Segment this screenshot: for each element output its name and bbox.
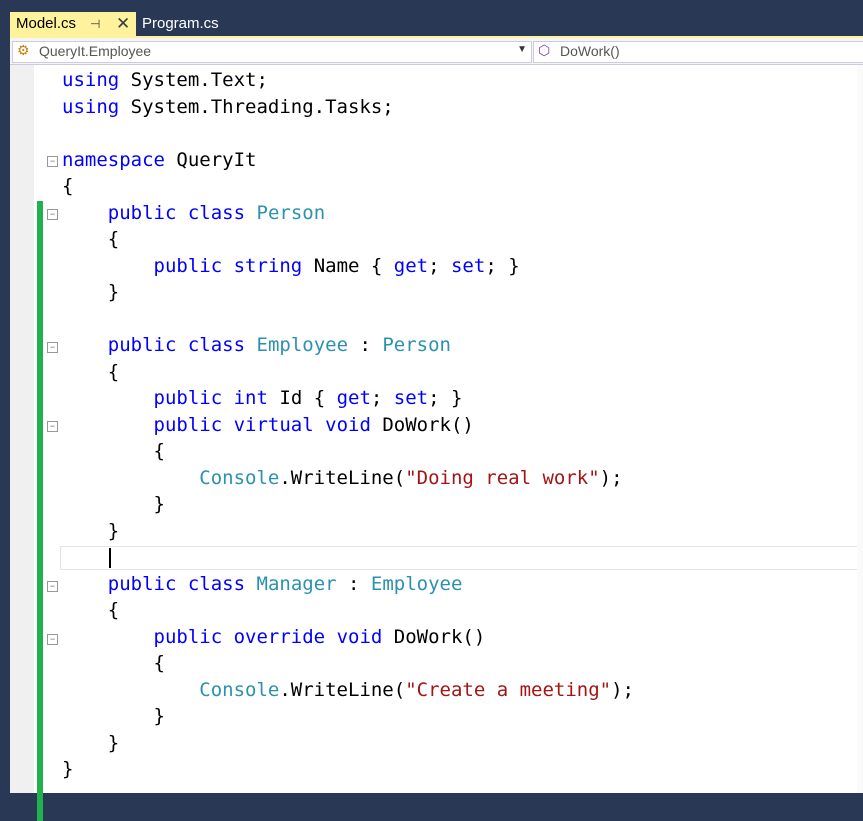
code-line: } bbox=[62, 705, 165, 727]
code-line: using System.Text; bbox=[62, 69, 268, 91]
code-editor[interactable]: − − − − − − using System.Text; using Syst… bbox=[10, 65, 863, 821]
collapse-icon[interactable]: − bbox=[47, 342, 58, 353]
code-line: using System.Threading.Tasks; bbox=[62, 95, 394, 118]
code-line: } bbox=[62, 731, 120, 754]
close-icon[interactable]: ✕ bbox=[116, 12, 130, 36]
code-line: namespace QueryIt bbox=[62, 148, 257, 171]
collapse-icon[interactable]: − bbox=[47, 634, 58, 645]
code-line: { bbox=[62, 360, 120, 383]
code-line: public override void DoWork() bbox=[153, 625, 486, 648]
code-line: public int Id { get; set; } bbox=[153, 387, 463, 409]
member-combo-value: DoWork() bbox=[560, 43, 620, 59]
method-icon: ⬡ bbox=[538, 42, 551, 58]
class-icon: ⚙ bbox=[17, 42, 30, 58]
code-line: Console.WriteLine("Create a meeting"); bbox=[199, 678, 634, 701]
collapse-icon[interactable]: − bbox=[47, 209, 58, 220]
scrollbar[interactable] bbox=[857, 65, 863, 793]
member-combo[interactable]: ⬡ DoWork() bbox=[533, 41, 863, 63]
collapse-icon[interactable]: − bbox=[47, 421, 58, 432]
collapse-icon[interactable]: − bbox=[47, 581, 58, 592]
tab-bar: Model.cs ⊣ ✕ Program.cs bbox=[0, 0, 863, 38]
code-line: } bbox=[62, 281, 120, 303]
tab-model-cs[interactable]: Model.cs ⊣ ✕ bbox=[10, 12, 136, 36]
change-tracking-bar bbox=[37, 201, 43, 821]
chevron-down-icon[interactable]: ▼ bbox=[517, 44, 527, 55]
code-line: public string Name { get; set; } bbox=[153, 254, 520, 277]
code-line: } bbox=[62, 493, 165, 515]
type-combo-value: QueryIt.Employee bbox=[39, 43, 152, 59]
pin-icon[interactable]: ⊣ bbox=[90, 12, 100, 36]
code-line: } bbox=[62, 758, 74, 780]
navigation-bar: ⚙ QueryIt.Employee ▼ ⬡ DoWork() bbox=[10, 38, 863, 65]
code-line: { bbox=[62, 440, 165, 462]
code-line: { bbox=[62, 228, 120, 250]
code-line: { bbox=[62, 175, 74, 197]
type-combo[interactable]: ⚙ QueryIt.Employee ▼ bbox=[12, 41, 532, 63]
code-line: public class Manager : Employee bbox=[107, 572, 463, 595]
code-line: Console.WriteLine("Doing real work"); bbox=[199, 466, 623, 489]
indicator-margin bbox=[10, 65, 34, 793]
code-line: { bbox=[62, 599, 120, 621]
collapse-icon[interactable]: − bbox=[47, 156, 58, 167]
code-line: public class Employee : Person bbox=[107, 334, 451, 356]
code-line: } bbox=[62, 519, 120, 542]
code-text[interactable]: using System.Text; using System.Threading… bbox=[62, 67, 634, 783]
code-line: public virtual void DoWork() bbox=[153, 413, 474, 436]
tab-program-cs[interactable]: Program.cs bbox=[136, 12, 219, 36]
tab-label: Program.cs bbox=[142, 15, 219, 32]
code-line: public class Person bbox=[107, 201, 326, 224]
code-line: { bbox=[62, 652, 165, 674]
tab-label: Model.cs bbox=[16, 15, 77, 32]
